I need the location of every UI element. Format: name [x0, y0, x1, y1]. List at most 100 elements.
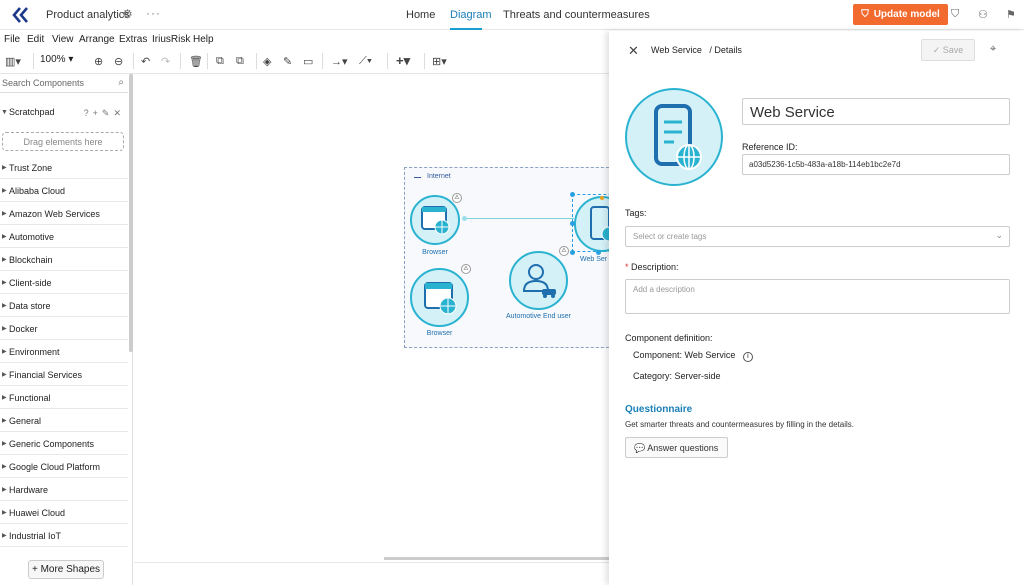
browser-node-label: Browser	[426, 330, 453, 337]
line-color-icon[interactable]: ✎	[283, 55, 292, 68]
dataflow-connector[interactable]	[464, 218, 574, 219]
sidebar-scrollbar[interactable]	[129, 74, 133, 352]
resize-handle[interactable]	[570, 221, 575, 226]
menu-help[interactable]: Help	[193, 34, 214, 45]
menu-view[interactable]: View	[52, 34, 74, 45]
breadcrumb-component[interactable]: Web Service	[651, 45, 702, 55]
panel-toggle-icon[interactable]: ▥▾	[5, 55, 21, 68]
browser-node[interactable]	[410, 195, 460, 245]
menu-edit[interactable]: Edit	[27, 34, 44, 45]
search-components-input[interactable]: Search Components ⌕	[0, 74, 128, 93]
to-front-icon[interactable]: ⧉	[216, 55, 224, 68]
resize-handle[interactable]	[596, 250, 601, 255]
description-textarea[interactable]: Add a description	[625, 279, 1010, 314]
threat-badge-icon[interactable]: ⚠	[559, 246, 569, 256]
reference-id-input[interactable]: a03d5236-1c5b-483a-a18b-114eb1bc2e7d	[742, 154, 1010, 175]
iriusrisk-logo-icon[interactable]	[12, 7, 30, 23]
rotate-handle[interactable]	[600, 196, 604, 200]
scratchpad-tools[interactable]: ?+✎✕	[84, 108, 125, 119]
chevron-right-icon: ▶	[2, 349, 7, 355]
toolbar-separator	[387, 53, 388, 69]
threat-badge-icon[interactable]: ⚠	[461, 264, 471, 274]
user-settings-icon[interactable]: ⚇	[978, 8, 988, 21]
redo-icon[interactable]: ↷	[161, 55, 170, 68]
connector-handle[interactable]	[462, 216, 467, 221]
answer-questions-button[interactable]: 💬 Answer questions	[625, 437, 728, 458]
category-label: Environment	[9, 347, 60, 357]
gear-icon[interactable]: ⚙	[122, 7, 133, 21]
component-category: Category: Server-side	[633, 371, 721, 381]
category-item[interactable]: ▶ Hardware	[0, 478, 128, 501]
scratchpad-dropzone[interactable]: Drag elements here	[2, 132, 124, 151]
shield-check-icon[interactable]: ⛉	[951, 8, 959, 21]
breadcrumb: Web Service / Details	[651, 45, 742, 55]
table-icon[interactable]: ⊞▾	[432, 55, 447, 68]
zoom-select[interactable]: 100% ▾	[40, 54, 73, 65]
resize-handle[interactable]	[570, 250, 575, 255]
browser-node[interactable]	[410, 268, 469, 327]
category-label: Generic Components	[9, 439, 95, 449]
category-item[interactable]: ▶ Google Cloud Platform	[0, 455, 128, 478]
update-model-button[interactable]: ⛉ Update model	[853, 4, 948, 25]
zoom-in-icon[interactable]: ⊕	[94, 55, 103, 68]
menu-iriusrisk[interactable]: IriusRisk	[152, 34, 190, 45]
connection-icon[interactable]: →▾	[331, 55, 348, 68]
info-icon[interactable]: i	[742, 352, 753, 362]
category-item[interactable]: ▶ Generic Components	[0, 432, 128, 455]
category-label: Alibaba Cloud	[9, 186, 66, 196]
tags-select[interactable]: Select or create tags ⌄	[625, 226, 1010, 247]
category-item[interactable]: ▶ Financial Services	[0, 363, 128, 386]
category-item[interactable]: ▶ Functional	[0, 386, 128, 409]
toolbar-separator	[256, 53, 257, 69]
threat-badge-icon[interactable]: ⚠	[452, 193, 462, 203]
canvas-bottom-divider	[134, 562, 610, 563]
automotive-user-node[interactable]	[509, 251, 568, 310]
undo-icon[interactable]: ↶	[141, 55, 150, 68]
category-item[interactable]: ▶ Data store	[0, 294, 128, 317]
scratchpad-label: Scratchpad	[9, 107, 55, 117]
category-item[interactable]: ▶ Client-side	[0, 271, 128, 294]
waypoints-icon[interactable]: ⟋▾	[359, 55, 372, 68]
component-name-input[interactable]: Web Service	[742, 98, 1010, 125]
category-label: Data store	[9, 301, 51, 311]
focus-icon[interactable]: ⌖	[990, 43, 996, 56]
category-item[interactable]: ▶ Blockchain	[0, 248, 128, 271]
canvas-horizontal-scrollbar[interactable]	[384, 557, 610, 560]
delete-icon[interactable]: 🗑	[189, 55, 203, 68]
menu-arrange[interactable]: Arrange	[79, 34, 115, 45]
insert-icon[interactable]: +▾	[396, 53, 410, 69]
category-item[interactable]: ▶ Industrial IoT	[0, 524, 128, 547]
chevron-right-icon: ▶	[2, 211, 7, 217]
flag-icon[interactable]: ⚑	[1006, 8, 1016, 21]
description-label-row: * Description:	[625, 262, 679, 272]
fill-color-icon[interactable]: ◈	[263, 55, 271, 68]
category-item[interactable]: ▶ Automotive	[0, 225, 128, 248]
category-item[interactable]: ▶ Docker	[0, 317, 128, 340]
tab-diagram[interactable]: Diagram	[450, 9, 492, 21]
tab-home[interactable]: Home	[406, 9, 435, 21]
resize-handle[interactable]	[570, 192, 575, 197]
menu-extras[interactable]: Extras	[119, 34, 147, 45]
menu-file[interactable]: File	[4, 34, 20, 45]
category-item[interactable]: ▶ Environment	[0, 340, 128, 363]
category-item[interactable]: ▶ Huawei Cloud	[0, 501, 128, 524]
chevron-right-icon: ▶	[2, 303, 7, 309]
search-icon[interactable]: ⌕	[118, 77, 124, 88]
required-asterisk: *	[625, 262, 629, 272]
more-shapes-button[interactable]: + More Shapes	[28, 560, 104, 579]
category-item[interactable]: ▶ Alibaba Cloud	[0, 179, 128, 202]
shadow-icon[interactable]: ▭	[303, 55, 313, 68]
category-item[interactable]: ▶ Trust Zone	[0, 156, 128, 179]
category-item[interactable]: ▶ General	[0, 409, 128, 432]
diagram-canvas[interactable]: Internet Browser ⚠ Browser ⚠ Automotive …	[134, 74, 630, 585]
category-item[interactable]: ▶ Amazon Web Services	[0, 202, 128, 225]
project-name[interactable]: Product analytics	[46, 9, 130, 21]
close-icon[interactable]: ✕	[628, 43, 639, 59]
scratchpad-header[interactable]: ▼ Scratchpad ?+✎✕	[0, 107, 128, 123]
chevron-right-icon: ▶	[2, 487, 7, 493]
save-button[interactable]: ✓ Save	[921, 39, 975, 61]
more-options-icon[interactable]: ···	[146, 6, 161, 20]
zoom-out-icon[interactable]: ⊖	[114, 55, 123, 68]
to-back-icon[interactable]: ⧉	[236, 55, 244, 68]
tab-threats[interactable]: Threats and countermeasures	[503, 9, 650, 21]
